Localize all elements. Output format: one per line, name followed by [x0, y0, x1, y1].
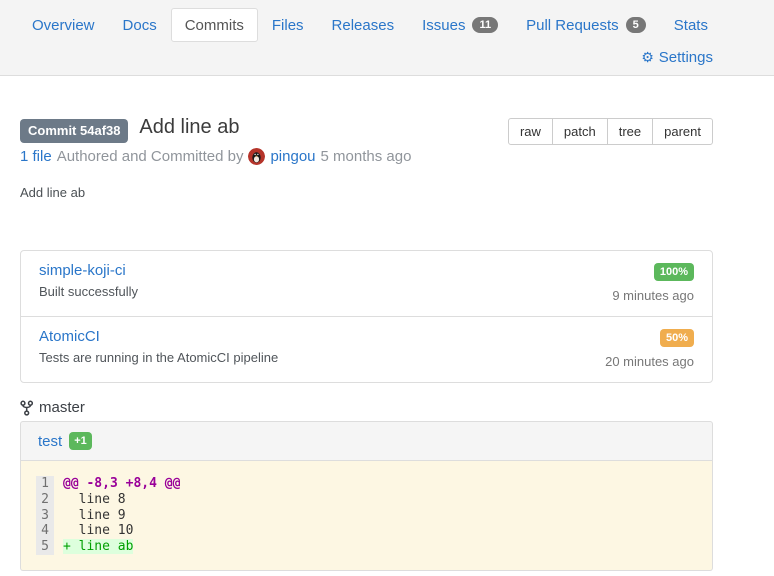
- line-number: 2: [36, 492, 54, 508]
- diff-line: 5 + line ab: [36, 539, 180, 555]
- git-branch-icon: [20, 400, 33, 416]
- pull-requests-count-badge: 5: [626, 17, 646, 33]
- gear-icon: ⚙: [641, 51, 654, 65]
- ci-row-atomicci: AtomicCI Tests are running in the Atomic…: [21, 316, 712, 382]
- tab-docs[interactable]: Docs: [109, 8, 171, 42]
- settings-row: ⚙ Settings: [0, 42, 774, 66]
- ci-status-text: Tests are running in the AtomicCI pipeli…: [39, 350, 278, 365]
- line-number: 4: [36, 523, 54, 539]
- branch-name: master: [39, 399, 85, 416]
- ci-row-simple-koji-ci: simple-koji-ci Built successfully 100% 9…: [21, 251, 712, 316]
- added-line: + line ab: [63, 539, 133, 554]
- issues-count-badge: 11: [472, 17, 498, 33]
- commit-title: Add line ab: [139, 116, 239, 138]
- line-number: 5: [36, 539, 54, 555]
- commit-page: Commit 54af38 Add line ab 1 file Authore…: [0, 116, 774, 571]
- files-changed-link[interactable]: 1 file: [20, 148, 52, 165]
- lines-added-badge: +1: [69, 432, 92, 450]
- tree-button[interactable]: tree: [607, 118, 653, 145]
- patch-button[interactable]: patch: [552, 118, 608, 145]
- diff-table: 1 @@ -8,3 +8,4 @@ 2 line 8 3 line 9 4 li…: [36, 476, 180, 555]
- commit-hash-badge: Commit 54af38: [20, 119, 128, 143]
- ci-timestamp: 20 minutes ago: [605, 354, 694, 369]
- tab-stats[interactable]: Stats: [660, 8, 722, 42]
- tab-overview[interactable]: Overview: [18, 8, 109, 42]
- commit-age: 5 months ago: [321, 148, 412, 165]
- commit-description: Add line ab: [20, 185, 713, 200]
- diff-file-link[interactable]: test: [38, 433, 62, 450]
- diff-line: 1 @@ -8,3 +8,4 @@: [36, 476, 180, 492]
- diff-panel: test +1 1 @@ -8,3 +8,4 @@ 2 line 8 3 lin…: [20, 421, 713, 571]
- tab-issues-label: Issues: [422, 17, 465, 34]
- ci-percent-badge: 50%: [660, 329, 694, 347]
- context-line: line 10: [54, 523, 180, 539]
- ci-name-link[interactable]: AtomicCI: [39, 328, 100, 345]
- ci-status-box: simple-koji-ci Built successfully 100% 9…: [20, 250, 713, 383]
- diff-line: 4 line 10: [36, 523, 180, 539]
- diff-body: 1 @@ -8,3 +8,4 @@ 2 line 8 3 line 9 4 li…: [20, 461, 713, 571]
- branch-row: master: [20, 399, 713, 416]
- author-link[interactable]: pingou: [270, 148, 315, 165]
- tab-issues[interactable]: Issues 11: [408, 8, 512, 42]
- commit-byline: 1 file Authored and Committed by pingou …: [20, 148, 411, 165]
- project-tabs: Overview Docs Commits Files Releases Iss…: [0, 8, 774, 42]
- ci-timestamp: 9 minutes ago: [612, 288, 694, 303]
- tab-commits[interactable]: Commits: [171, 8, 258, 42]
- tab-pull-requests[interactable]: Pull Requests 5: [512, 8, 660, 42]
- tab-files[interactable]: Files: [258, 8, 318, 42]
- ci-left: AtomicCI Tests are running in the Atomic…: [39, 328, 278, 369]
- ci-right: 50% 20 minutes ago: [605, 328, 694, 369]
- ci-right: 100% 9 minutes ago: [612, 262, 694, 303]
- hunk-header: @@ -8,3 +8,4 @@: [63, 476, 180, 491]
- settings-label: Settings: [659, 49, 713, 66]
- settings-link[interactable]: ⚙ Settings: [641, 49, 713, 66]
- byline-text: Authored and Committed by: [57, 148, 244, 165]
- ci-name-link[interactable]: simple-koji-ci: [39, 262, 126, 279]
- context-line: line 9: [54, 508, 180, 524]
- commit-actions: raw patch tree parent: [508, 118, 713, 145]
- project-header: Overview Docs Commits Files Releases Iss…: [0, 0, 774, 76]
- diff-line: 3 line 9: [36, 508, 180, 524]
- ci-status-text: Built successfully: [39, 284, 138, 299]
- ci-percent-badge: 100%: [654, 263, 694, 281]
- diff-line: 2 line 8: [36, 492, 180, 508]
- author-avatar[interactable]: [248, 148, 265, 165]
- ci-left: simple-koji-ci Built successfully: [39, 262, 138, 303]
- diff-file-header: test +1: [20, 421, 713, 461]
- line-number: 3: [36, 508, 54, 524]
- commit-head: Commit 54af38 Add line ab 1 file Authore…: [20, 116, 713, 165]
- commit-title-row: Commit 54af38 Add line ab: [20, 116, 411, 139]
- parent-button[interactable]: parent: [652, 118, 713, 145]
- tab-releases[interactable]: Releases: [318, 8, 409, 42]
- tab-pull-requests-label: Pull Requests: [526, 17, 619, 34]
- context-line: line 8: [54, 492, 180, 508]
- line-number: 1: [36, 476, 54, 492]
- commit-head-left: Commit 54af38 Add line ab 1 file Authore…: [20, 116, 411, 165]
- raw-button[interactable]: raw: [508, 118, 553, 145]
